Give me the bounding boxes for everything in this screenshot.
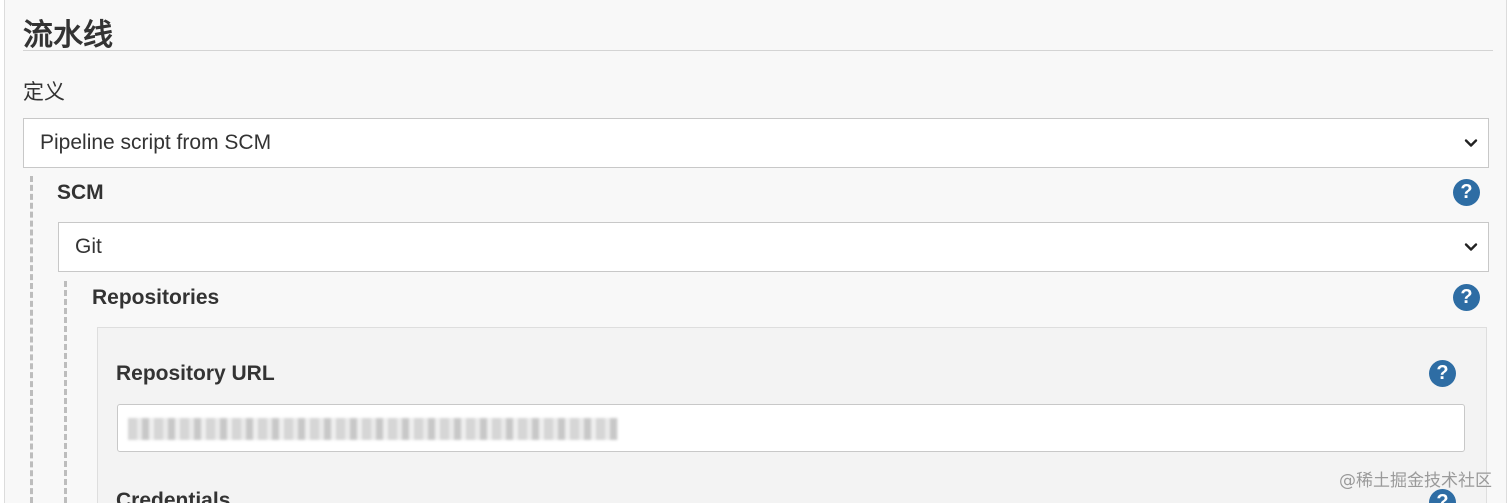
pipeline-config-panel: 流水线 定义 Pipeline script from SCM SCM ? Gi… — [4, 0, 1507, 503]
repository-url-input[interactable] — [117, 404, 1465, 452]
help-icon[interactable]: ? — [1453, 284, 1480, 311]
title-divider — [23, 50, 1493, 51]
watermark: @稀土掘金技术社区 — [1339, 471, 1492, 491]
repositories-label: Repositories — [92, 286, 220, 309]
scm-select[interactable]: Git — [58, 222, 1489, 272]
definition-select[interactable]: Pipeline script from SCM — [23, 118, 1489, 168]
nested-indent-line — [64, 281, 67, 503]
chevron-down-icon — [1464, 139, 1478, 147]
definition-select-value: Pipeline script from SCM — [40, 131, 272, 154]
scm-select-value: Git — [75, 235, 102, 258]
scm-label: SCM — [57, 181, 104, 204]
chevron-down-icon — [1464, 243, 1478, 251]
repository-url-label: Repository URL — [116, 362, 275, 385]
obscured-url-text — [128, 418, 618, 440]
section-title: 流水线 — [23, 18, 113, 53]
help-icon[interactable]: ? — [1453, 179, 1480, 206]
definition-label: 定义 — [23, 80, 65, 104]
nested-indent-line — [30, 176, 33, 503]
help-icon[interactable]: ? — [1429, 360, 1456, 387]
credentials-label: Credentials — [116, 489, 231, 503]
